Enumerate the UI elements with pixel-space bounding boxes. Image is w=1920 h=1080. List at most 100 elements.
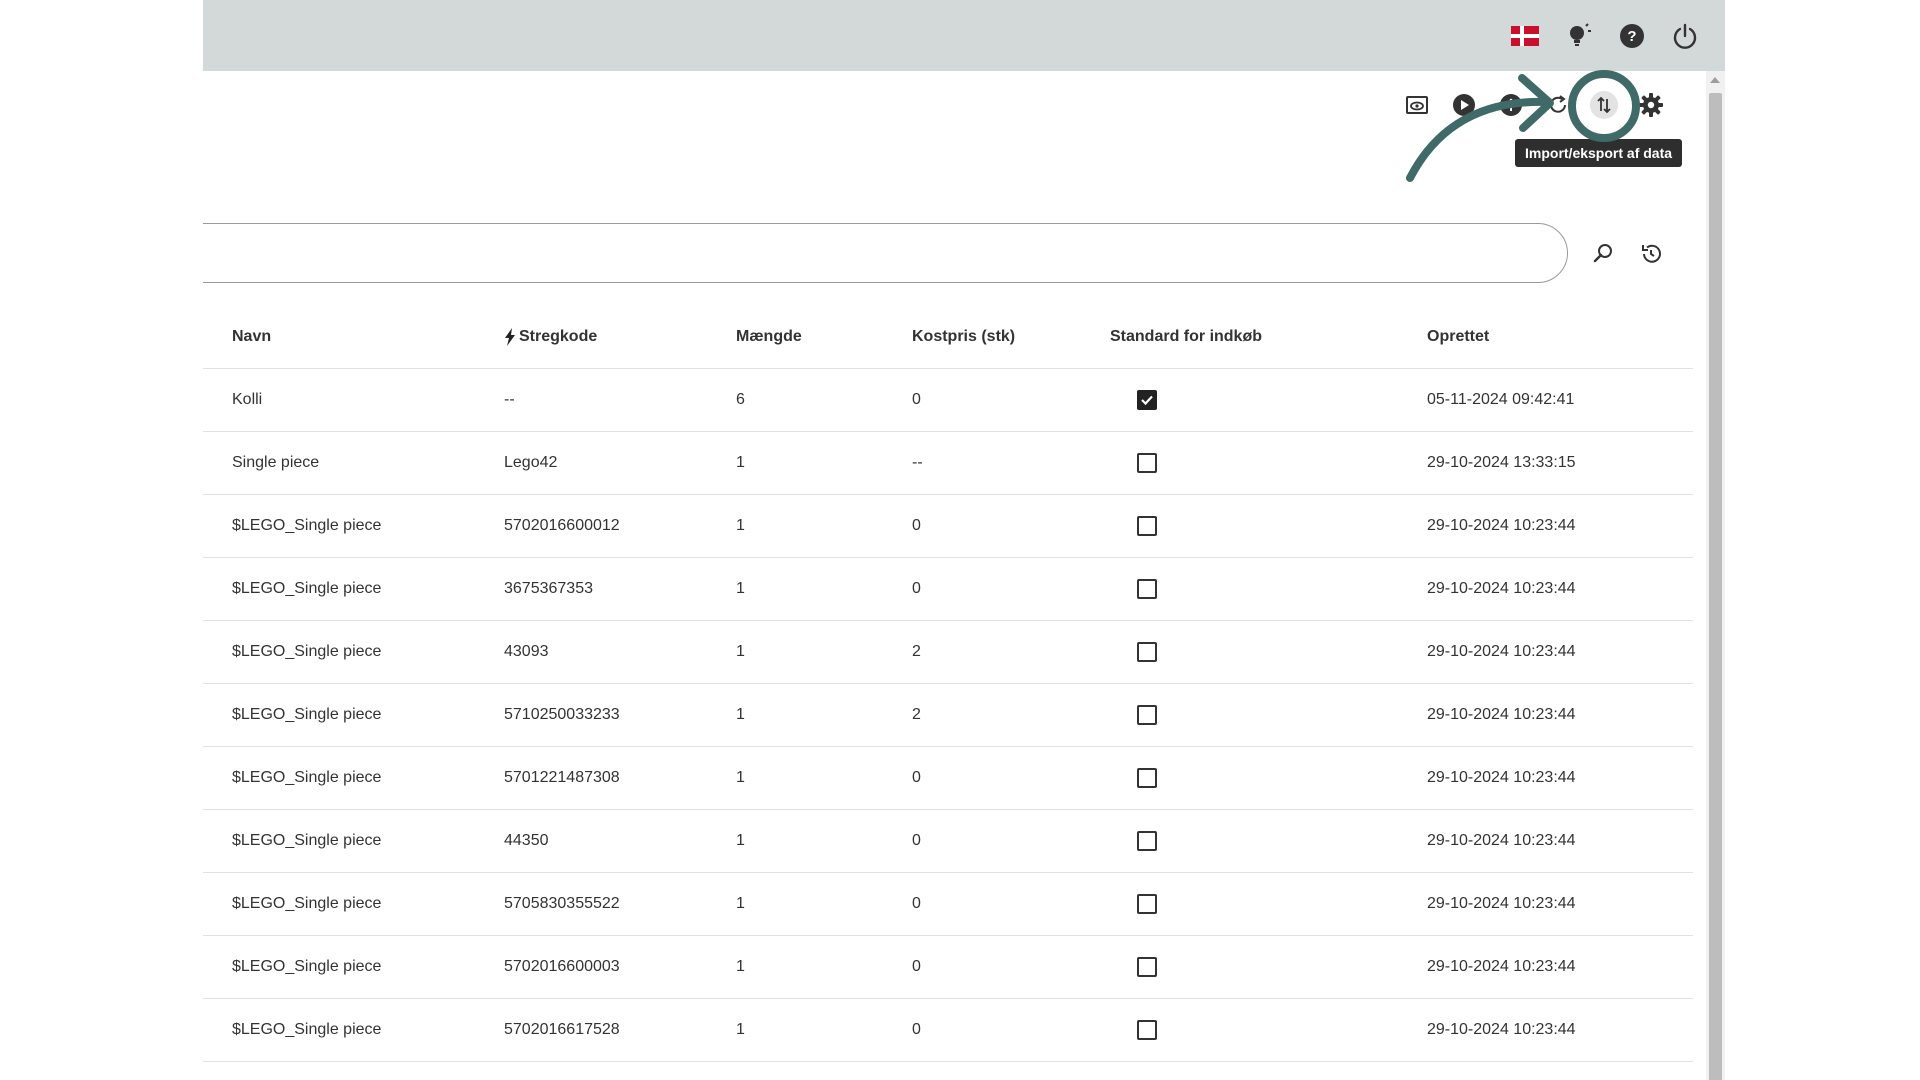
column-header-stregkode-label: Stregkode xyxy=(519,327,598,345)
preview-icon[interactable] xyxy=(1401,89,1433,121)
cell-oprettet: 29-10-2024 10:23:44 xyxy=(1427,895,1576,912)
help-icon[interactable]: ? xyxy=(1616,20,1648,52)
cell-oprettet: 29-10-2024 10:23:44 xyxy=(1427,643,1576,660)
lightbulb-icon[interactable] xyxy=(1563,20,1595,52)
cell-standard xyxy=(1137,873,1157,935)
table-row[interactable]: $LEGO_Single piece 5705492336061 1 0 29-10-2… xyxy=(203,1062,1693,1080)
cell-standard xyxy=(1137,747,1157,809)
cell-standard xyxy=(1137,936,1157,998)
standard-checkbox[interactable] xyxy=(1137,579,1157,599)
scroll-up-arrow-icon[interactable] xyxy=(1710,77,1720,83)
cell-kostpris: 0 xyxy=(912,958,921,975)
table-row[interactable]: $LEGO_Single piece 5701221487308 1 0 29-10-2… xyxy=(203,747,1693,810)
play-icon[interactable] xyxy=(1448,89,1480,121)
standard-checkbox[interactable] xyxy=(1137,390,1157,410)
cell-kostpris: 0 xyxy=(912,769,921,786)
cell-standard xyxy=(1137,432,1157,494)
column-header-standard[interactable]: Standard for indkøb xyxy=(1110,305,1262,368)
table-row[interactable]: $LEGO_Single piece 43093 1 2 29-10-2024 10:2… xyxy=(203,621,1693,684)
cell-oprettet: 29-10-2024 10:23:44 xyxy=(1427,769,1576,786)
table-row[interactable]: Single piece Lego42 1 -- 29-10-2024 13:33:15 xyxy=(203,432,1693,495)
cell-stregkode: 5705492336061 xyxy=(504,1062,620,1080)
cell-maengde: 1 xyxy=(736,895,745,912)
cell-kostpris: 0 xyxy=(912,832,921,849)
column-header-kostpris[interactable]: Kostpris (stk) xyxy=(912,305,1015,368)
cell-standard xyxy=(1137,621,1157,683)
cell-maengde: 1 xyxy=(736,832,745,849)
cell-standard xyxy=(1137,810,1157,872)
cell-stregkode: 43093 xyxy=(504,643,549,660)
cell-kostpris: 0 xyxy=(912,1021,921,1038)
table-row[interactable]: $LEGO_Single piece 5702016600003 1 0 29-10-2… xyxy=(203,936,1693,999)
cell-navn: $LEGO_Single piece xyxy=(232,1021,382,1038)
cell-stregkode: 3675367353 xyxy=(504,580,593,597)
settings-icon[interactable] xyxy=(1635,89,1667,121)
table-header: Navn Stregkode Mængde Kostpris (stk) Sta… xyxy=(203,305,1693,369)
cell-maengde: 1 xyxy=(736,769,745,786)
cell-kostpris: 2 xyxy=(912,706,921,723)
import-export-icon[interactable] xyxy=(1588,89,1620,121)
history-icon[interactable] xyxy=(1635,238,1667,270)
cell-stregkode: 5702016600012 xyxy=(504,517,620,534)
table-row[interactable]: $LEGO_Single piece 3675367353 1 0 29-10-2024… xyxy=(203,558,1693,621)
power-icon[interactable] xyxy=(1669,20,1701,52)
standard-checkbox[interactable] xyxy=(1137,1020,1157,1040)
cell-oprettet: 29-10-2024 10:23:44 xyxy=(1427,706,1576,723)
standard-checkbox[interactable] xyxy=(1137,642,1157,662)
cell-stregkode: 5701221487308 xyxy=(504,769,620,786)
column-header-stregkode[interactable]: Stregkode xyxy=(504,305,597,368)
vertical-scrollbar[interactable] xyxy=(1706,71,1725,1080)
checkmark-icon xyxy=(1141,395,1153,406)
cell-stregkode: 5702016617528 xyxy=(504,1021,620,1038)
cell-standard xyxy=(1137,495,1157,557)
standard-checkbox[interactable] xyxy=(1137,453,1157,473)
cell-maengde: 1 xyxy=(736,706,745,723)
cell-stregkode: Lego42 xyxy=(504,454,558,471)
column-header-oprettet[interactable]: Oprettet xyxy=(1427,305,1489,368)
standard-checkbox[interactable] xyxy=(1137,957,1157,977)
cell-navn: $LEGO_Single piece xyxy=(232,832,382,849)
cell-maengde: 1 xyxy=(736,580,745,597)
table-body: Kolli -- 6 0 05-11-2024 09:42:41 Single piece… xyxy=(203,369,1693,1080)
cell-kostpris: 0 xyxy=(912,1062,921,1080)
standard-checkbox[interactable] xyxy=(1137,894,1157,914)
scrollbar-thumb[interactable] xyxy=(1709,93,1722,1080)
cell-stregkode: 5702016600003 xyxy=(504,958,620,975)
table-row[interactable]: $LEGO_Single piece 5702016617528 1 0 29-10-2… xyxy=(203,999,1693,1062)
search-input[interactable] xyxy=(203,224,1639,284)
cell-navn: $LEGO_Single piece xyxy=(232,580,382,597)
packaging-table: Navn Stregkode Mængde Kostpris (stk) Sta… xyxy=(203,305,1693,1080)
table-row[interactable]: $LEGO_Single piece 5710250033233 1 2 29-10-2… xyxy=(203,684,1693,747)
standard-checkbox[interactable] xyxy=(1137,831,1157,851)
cell-maengde: 1 xyxy=(736,454,745,471)
cell-oprettet: 29-10-2024 10:23:44 xyxy=(1427,517,1576,534)
cell-standard xyxy=(1137,684,1157,746)
lightning-icon xyxy=(505,327,515,346)
standard-checkbox[interactable] xyxy=(1137,516,1157,536)
cell-oprettet: 29-10-2024 13:33:15 xyxy=(1427,454,1576,471)
cell-navn: $LEGO_Single piece xyxy=(232,706,382,723)
search-field[interactable] xyxy=(203,223,1639,284)
table-row[interactable]: Kolli -- 6 0 05-11-2024 09:42:41 xyxy=(203,369,1693,432)
table-row[interactable]: $LEGO_Single piece 5705830355522 1 0 29-10-2… xyxy=(203,873,1693,936)
cell-stregkode: 5705830355522 xyxy=(504,895,620,912)
standard-checkbox[interactable] xyxy=(1137,705,1157,725)
search-icon[interactable] xyxy=(1588,238,1620,270)
info-icon[interactable] xyxy=(1495,89,1527,121)
standard-checkbox[interactable] xyxy=(1137,768,1157,788)
table-row[interactable]: $LEGO_Single piece 44350 1 0 29-10-2024 10:2… xyxy=(203,810,1693,873)
cell-stregkode: 5710250033233 xyxy=(504,706,620,723)
cell-oprettet: 05-11-2024 09:42:41 xyxy=(1427,391,1575,408)
cell-oprettet: 29-10-2024 10:23:44 xyxy=(1427,1021,1576,1038)
cell-kostpris: 0 xyxy=(912,895,921,912)
cell-stregkode: -- xyxy=(504,391,515,408)
cell-navn: $LEGO_Single piece xyxy=(232,769,382,786)
column-header-maengde[interactable]: Mængde xyxy=(736,305,802,368)
table-row[interactable]: $LEGO_Single piece 5702016600012 1 0 29-10-2… xyxy=(203,495,1693,558)
svg-text:?: ? xyxy=(1627,28,1636,45)
cell-kostpris: 0 xyxy=(912,391,921,408)
cell-maengde: 1 xyxy=(736,517,745,534)
refresh-icon[interactable] xyxy=(1542,89,1574,121)
column-header-navn[interactable]: Navn xyxy=(232,305,271,368)
danish-flag-icon[interactable] xyxy=(1511,26,1539,46)
